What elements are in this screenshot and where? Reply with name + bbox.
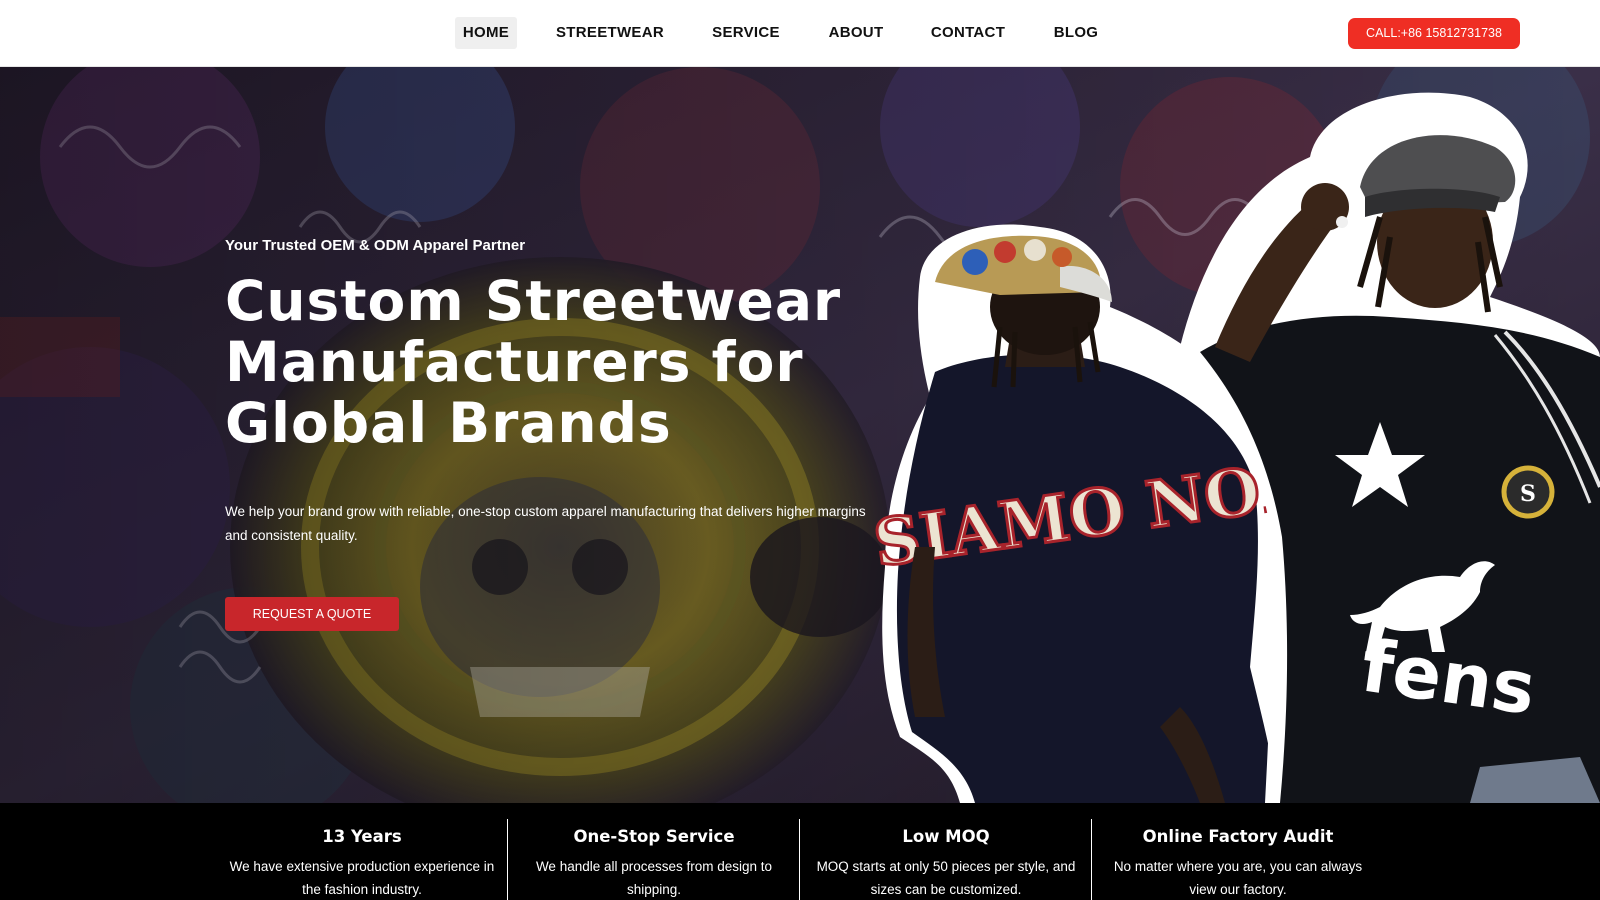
nav-streetwear[interactable]: STREETWEAR — [551, 17, 669, 49]
feature-description: We handle all processes from design to s… — [535, 859, 773, 897]
feature-divider — [799, 819, 800, 900]
nav-contact[interactable]: CONTACT — [927, 17, 1009, 49]
call-button[interactable]: CALL:+86 15812731738 — [1348, 18, 1520, 49]
svg-text:S: S — [1520, 481, 1536, 507]
nav-home[interactable]: HOME — [455, 17, 517, 49]
site-header: HOME STREETWEAR SERVICE ABOUT CONTACT BL… — [0, 0, 1600, 67]
feature-item: 13 Years We have extensive production ex… — [222, 803, 502, 900]
hero-title-line: Manufacturers for — [225, 330, 804, 394]
feature-description: We have extensive production experience … — [229, 859, 495, 897]
feature-title: Online Factory Audit — [1142, 827, 1334, 846]
feature-divider — [507, 819, 508, 900]
feature-item: One-Stop Service We handle all processes… — [512, 803, 796, 900]
hero-description: We help your brand grow with reliable, o… — [225, 504, 866, 543]
feature-description: MOQ starts at only 50 pieces per style, … — [816, 859, 1076, 897]
feature-divider — [1091, 819, 1092, 900]
hero-title-line: Custom Streetwear — [225, 269, 842, 333]
hero-eyebrow: Your Trusted OEM & ODM Apparel Partner — [225, 237, 526, 254]
feature-title: One-Stop Service — [573, 827, 735, 846]
nav-blog[interactable]: BLOG — [1049, 17, 1103, 49]
nav-about[interactable]: ABOUT — [822, 17, 890, 49]
feature-description: No matter where you are, you can always … — [1113, 859, 1363, 897]
feature-title: Low MOQ — [902, 827, 990, 846]
feature-title: 13 Years — [322, 827, 402, 846]
hero-section: SIAMO NOI S fens Your Trusted OEM & ODM … — [0, 67, 1600, 803]
hero-title: Custom Streetwear Manufacturers for Glob… — [225, 271, 905, 454]
hero-title-line: Global Brands — [225, 391, 672, 455]
feature-item: Online Factory Audit No matter where you… — [1096, 803, 1380, 900]
feature-item: Low MOQ MOQ starts at only 50 pieces per… — [804, 803, 1088, 900]
nav-service[interactable]: SERVICE — [706, 17, 786, 49]
request-quote-button[interactable]: REQUEST A QUOTE — [225, 597, 399, 631]
features-strip: 13 Years We have extensive production ex… — [0, 803, 1600, 900]
